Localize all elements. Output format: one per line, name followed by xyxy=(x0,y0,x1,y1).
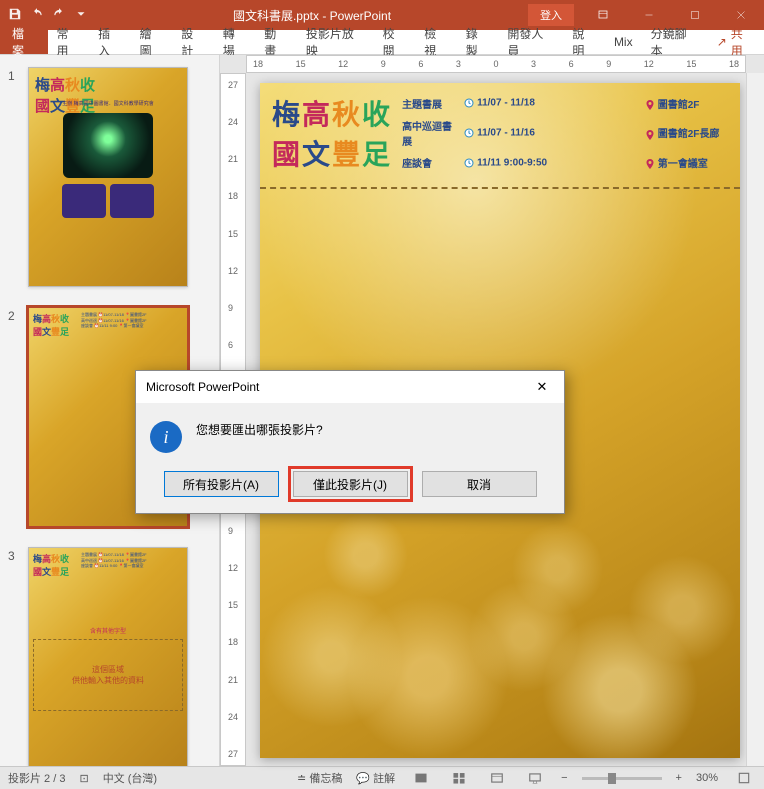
login-button[interactable]: 登入 xyxy=(528,4,574,26)
notes-button[interactable]: ≐ 備忘稿 xyxy=(297,770,342,786)
tab-developer[interactable]: 開發人員 xyxy=(498,30,563,54)
reading-view-icon[interactable] xyxy=(485,769,509,787)
dropdown-icon[interactable] xyxy=(74,7,88,24)
zoom-in-button[interactable]: + xyxy=(676,772,682,784)
window-buttons: 登入 xyxy=(528,0,764,30)
accessibility-icon[interactable]: ⊡ xyxy=(79,772,88,785)
tab-record[interactable]: 錄製 xyxy=(457,30,499,54)
thumbnail-slide-3[interactable]: 梅高秋收 國文豐足 主題書展 ⏰11/07-11/18 📍圖書館2F高中巡迴 ⏰… xyxy=(28,547,188,766)
all-slides-button[interactable]: 所有投影片(A) xyxy=(164,471,279,497)
share-button[interactable]: ↗ 共用 xyxy=(707,30,764,54)
tab-draw[interactable]: 繪圖 xyxy=(131,30,173,54)
tab-storyboard[interactable]: 分鏡腳本 xyxy=(642,30,707,54)
slideshow-view-icon[interactable] xyxy=(523,769,547,787)
thumb-number: 2 xyxy=(8,307,28,527)
tab-review[interactable]: 校閱 xyxy=(374,30,416,54)
slide-logo: 梅高秋收 國文豐足 xyxy=(272,93,392,173)
tab-home[interactable]: 常用 xyxy=(48,30,90,54)
status-bar: 投影片 2 / 3 ⊡ 中文 (台灣) ≐ 備忘稿 💬 註解 − + 30% xyxy=(0,766,764,789)
undo-icon[interactable] xyxy=(30,7,44,24)
thumb-number: 3 xyxy=(8,547,28,766)
redo-icon[interactable] xyxy=(52,7,66,24)
horizontal-ruler: 1815129630369121518 xyxy=(246,55,746,73)
sorter-view-icon[interactable] xyxy=(447,769,471,787)
language-indicator[interactable]: 中文 (台灣) xyxy=(103,770,157,786)
tab-view[interactable]: 檢視 xyxy=(415,30,457,54)
ribbon-tabs: 檔案 常用 插入 繪圖 設計 轉場 動畫 投影片放映 校閱 檢視 錄製 開發人員… xyxy=(0,30,764,55)
vertical-scrollbar[interactable] xyxy=(746,73,764,766)
normal-view-icon[interactable] xyxy=(409,769,433,787)
slide-counter[interactable]: 投影片 2 / 3 xyxy=(8,770,65,786)
dialog-close-icon[interactable]: ✕ xyxy=(530,379,554,395)
tab-help[interactable]: 說明 xyxy=(563,30,605,54)
thumb-number: 1 xyxy=(8,67,28,287)
export-dialog: Microsoft PowerPoint ✕ i 您想要匯出哪張投影片? 所有投… xyxy=(135,370,565,514)
comments-button[interactable]: 💬 註解 xyxy=(356,770,395,786)
tab-transitions[interactable]: 轉場 xyxy=(214,30,256,54)
zoom-level[interactable]: 30% xyxy=(696,772,718,784)
quick-access-toolbar xyxy=(0,7,96,24)
zoom-out-button[interactable]: − xyxy=(561,772,567,784)
tab-insert[interactable]: 插入 xyxy=(89,30,131,54)
tab-mix[interactable]: Mix xyxy=(605,30,642,54)
info-icon: i xyxy=(150,421,182,453)
window-title: 國文科書展.pptx - PowerPoint xyxy=(96,7,528,24)
slide-info-grid: 主題書展 11/07 - 11/18 圖書館2F 高中巡迴書展 11/07 - … xyxy=(402,93,728,173)
this-slide-only-button[interactable]: 僅此投影片(J) xyxy=(293,471,408,497)
tab-file[interactable]: 檔案 xyxy=(0,30,48,54)
save-icon[interactable] xyxy=(8,7,22,24)
tab-animations[interactable]: 動畫 xyxy=(255,30,297,54)
dialog-title: Microsoft PowerPoint xyxy=(146,380,259,394)
tab-slideshow[interactable]: 投影片放映 xyxy=(297,30,374,54)
tab-design[interactable]: 設計 xyxy=(172,30,214,54)
fit-window-icon[interactable] xyxy=(732,769,756,787)
thumbnail-slide-1[interactable]: 梅高秋收 國文豐足 主辦 梅高國中圖書館．國文科教學研究會 xyxy=(28,67,188,287)
zoom-slider[interactable] xyxy=(582,777,662,780)
dialog-message: 您想要匯出哪張投影片? xyxy=(196,421,323,438)
cancel-button[interactable]: 取消 xyxy=(422,471,537,497)
